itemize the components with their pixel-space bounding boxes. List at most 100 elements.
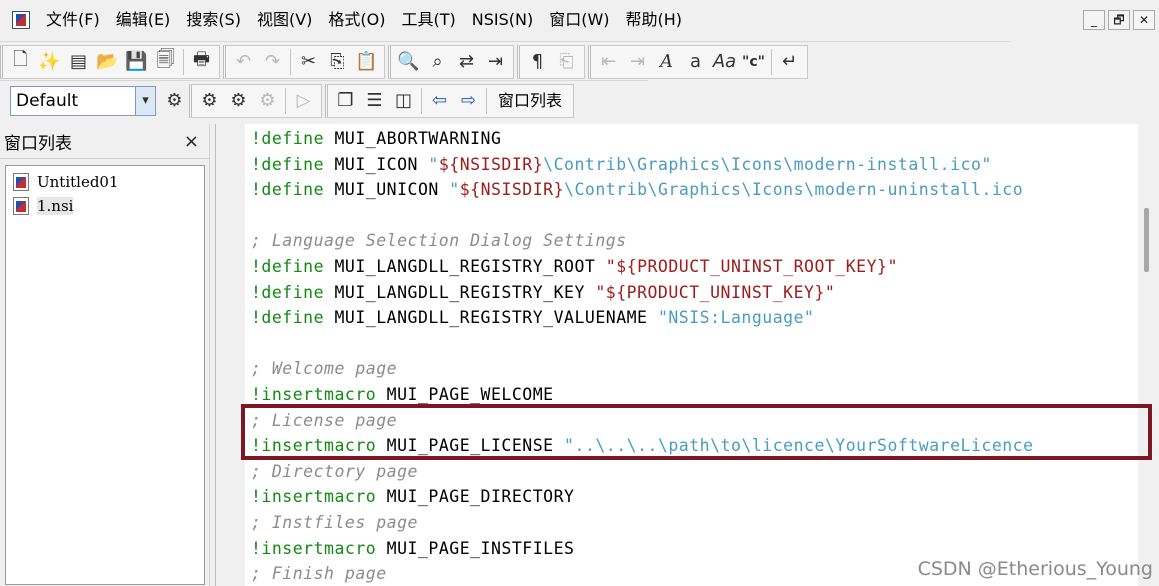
style-combo[interactable]: Default ▾ — [10, 85, 156, 116]
save-icon[interactable]: 💾 — [122, 47, 151, 77]
compile-icon[interactable]: ⚙ — [195, 86, 224, 116]
menubar: 文件(F) 编辑(E) 搜索(S) 视图(V) 格式(O) 工具(T) NSIS… — [0, 0, 1159, 40]
code-token: !define — [251, 180, 325, 200]
template-icon[interactable]: ▤ — [64, 47, 93, 77]
stop-compile-icon[interactable]: ⚙ — [253, 86, 282, 116]
scroll-thumb[interactable] — [1144, 208, 1149, 272]
code-token: ; Finish page — [251, 564, 387, 584]
font-icon[interactable]: A — [652, 47, 681, 77]
style-combo-value: Default — [16, 90, 79, 111]
code-token: MUI_LANGDLL_REGISTRY_KEY — [324, 282, 596, 302]
code-line[interactable]: !insertmacro MUI_PAGE_INSTFILES — [251, 538, 574, 560]
code-line[interactable]: !define MUI_LANGDLL_REGISTRY_VALUENAME "… — [251, 307, 814, 329]
edit-toolbar-group: ↶ ↷ ✂ ⎘ 📋 — [223, 44, 385, 79]
chevron-down-icon[interactable]: ▾ — [135, 86, 155, 115]
code-line[interactable]: !insertmacro MUI_PAGE_WELCOME — [251, 384, 554, 406]
undo-icon[interactable]: ↶ — [229, 47, 258, 77]
new-file-icon[interactable]: 🗋 — [6, 47, 35, 77]
copy-icon[interactable]: ⎘ — [323, 47, 352, 77]
file-list: Untitled01 1.nsi — [5, 165, 205, 585]
outdent-icon[interactable]: ⇥ — [623, 47, 652, 77]
editor-frame: !define MUI_ABORTWARNING !define MUI_ICON… — [215, 124, 1159, 586]
menu-window[interactable]: 窗口(W) — [541, 0, 617, 40]
find-next-icon[interactable]: ⌕ — [423, 47, 452, 77]
code-token: MUI_LANGDLL_REGISTRY_VALUENAME — [324, 308, 658, 328]
secondary-toolbar: Default ▾ ⚙ ⚙ ⚙ ⚙ ▷ ❐ ☰ ◫ ⇦ ⇨ 窗口列表 — [0, 80, 648, 120]
code-token: !define — [251, 308, 325, 328]
toolbar-separator — [285, 87, 286, 114]
menu-tools[interactable]: 工具(T) — [394, 0, 464, 40]
cascade-icon[interactable]: ❐ — [331, 86, 360, 116]
quote-icon[interactable]: "c" — [739, 47, 768, 77]
code-token: !define — [251, 257, 325, 276]
settings-icon[interactable]: ⚙ — [160, 86, 189, 116]
menu-format[interactable]: 格式(O) — [320, 0, 393, 40]
code-line[interactable]: ; Finish page — [251, 563, 387, 585]
paste-icon[interactable]: 📋 — [352, 47, 381, 77]
lowercase-icon[interactable]: a — [681, 47, 710, 77]
close-button[interactable]: ✕ — [1133, 10, 1155, 30]
indent-icon[interactable]: ⇤ — [594, 47, 623, 77]
search-toolbar-group: 🔍 ⌕ ⇄ ⇥ — [388, 44, 514, 79]
code-token: ; Welcome page — [251, 359, 398, 379]
code-line[interactable]: !define MUI_UNICON "${NSISDIR}\Contrib\G… — [251, 179, 1023, 201]
file-toolbar-group: 🗋 ✨ ▤ 📂 💾 🗐 🖶 — [0, 44, 220, 79]
goto-line-icon[interactable]: ⇥ — [481, 47, 510, 77]
list-item[interactable]: Untitled01 — [6, 170, 204, 194]
compile-run-icon[interactable]: ⚙ — [224, 86, 253, 116]
print-icon[interactable]: 🖶 — [187, 47, 216, 77]
menu-view[interactable]: 视图(V) — [249, 0, 320, 40]
code-token: \Contrib\Graphics\Icons\modern-install.i… — [543, 154, 992, 174]
vertical-scrollbar[interactable] — [1138, 124, 1159, 586]
cut-icon[interactable]: ✂ — [294, 47, 323, 77]
code-line[interactable]: !define MUI_LANGDLL_REGISTRY_ROOT "${PRO… — [251, 256, 898, 278]
code-token: ; Directory page — [251, 461, 418, 481]
code-token: ; Language Selection Dialog Settings — [251, 231, 627, 251]
app-icon[interactable] — [12, 11, 30, 29]
code-line[interactable]: ; Welcome page — [251, 358, 397, 380]
wrap-text-icon[interactable]: ↵ — [775, 47, 804, 77]
code-line[interactable]: ; Language Selection Dialog Settings — [251, 230, 627, 252]
replace-icon[interactable]: ⇄ — [452, 47, 481, 77]
code-line[interactable]: ; Directory page — [251, 461, 418, 483]
code-token: MUI_ABORTWARNING — [324, 129, 502, 148]
code-line[interactable]: !define MUI_ABORTWARNING — [251, 128, 501, 150]
window-list-button[interactable]: 窗口列表 — [490, 86, 570, 116]
redo-icon[interactable]: ↷ — [258, 47, 287, 77]
show-whitespace-icon[interactable]: ¶ — [523, 47, 552, 77]
menu-edit[interactable]: 编辑(E) — [108, 0, 179, 40]
menu-nsis[interactable]: NSIS(N) — [464, 0, 541, 40]
toolbar-separator — [486, 87, 487, 114]
code-line[interactable]: ; Instfiles page — [251, 512, 418, 534]
list-item[interactable]: 1.nsi — [6, 194, 204, 218]
window-controls: _ 🗗 ✕ — [1083, 10, 1155, 30]
minimize-button[interactable]: _ — [1083, 10, 1105, 30]
menu-help[interactable]: 帮助(H) — [618, 0, 691, 40]
tile-vertical-icon[interactable]: ◫ — [389, 86, 418, 116]
restore-button[interactable]: 🗗 — [1108, 10, 1130, 30]
wizard-icon[interactable]: ✨ — [35, 47, 64, 77]
code-line[interactable]: !insertmacro MUI_PAGE_DIRECTORY — [251, 486, 574, 508]
code-line[interactable]: !define MUI_ICON "${NSISDIR}\Contrib\Gra… — [251, 154, 992, 176]
toolbar-separator — [771, 48, 772, 75]
window-list-panel: 窗口列表 × Untitled01 1.nsi — [0, 124, 210, 586]
menu-file[interactable]: 文件(F) — [38, 0, 108, 40]
code-line[interactable]: !insertmacro MUI_PAGE_LICENSE "..\..\..\… — [251, 435, 1034, 457]
open-folder-icon[interactable]: 📂 — [93, 47, 122, 77]
find-icon[interactable]: 🔍 — [394, 47, 423, 77]
menu-search[interactable]: 搜索(S) — [178, 0, 249, 40]
word-wrap-icon[interactable]: ⎗ — [552, 47, 581, 77]
forward-arrow-icon[interactable]: ⇨ — [454, 86, 483, 116]
code-line[interactable]: !define MUI_LANGDLL_REGISTRY_KEY "${PROD… — [251, 282, 835, 304]
run-icon[interactable]: ▷ — [289, 86, 318, 116]
code-editor[interactable]: !define MUI_ABORTWARNING !define MUI_ICON… — [245, 124, 1138, 586]
nsis-file-icon — [13, 197, 29, 215]
tile-horizontal-icon[interactable]: ☰ — [360, 86, 389, 116]
file-name: 1.nsi — [37, 197, 74, 215]
window-toolbar-group: ❐ ☰ ◫ ⇦ ⇨ 窗口列表 — [325, 83, 575, 118]
code-line[interactable]: ; License page — [251, 410, 397, 432]
close-icon[interactable]: × — [184, 131, 199, 152]
save-all-icon[interactable]: 🗐 — [151, 47, 180, 77]
font-size-icon[interactable]: Aa — [710, 47, 739, 77]
back-arrow-icon[interactable]: ⇦ — [425, 86, 454, 116]
